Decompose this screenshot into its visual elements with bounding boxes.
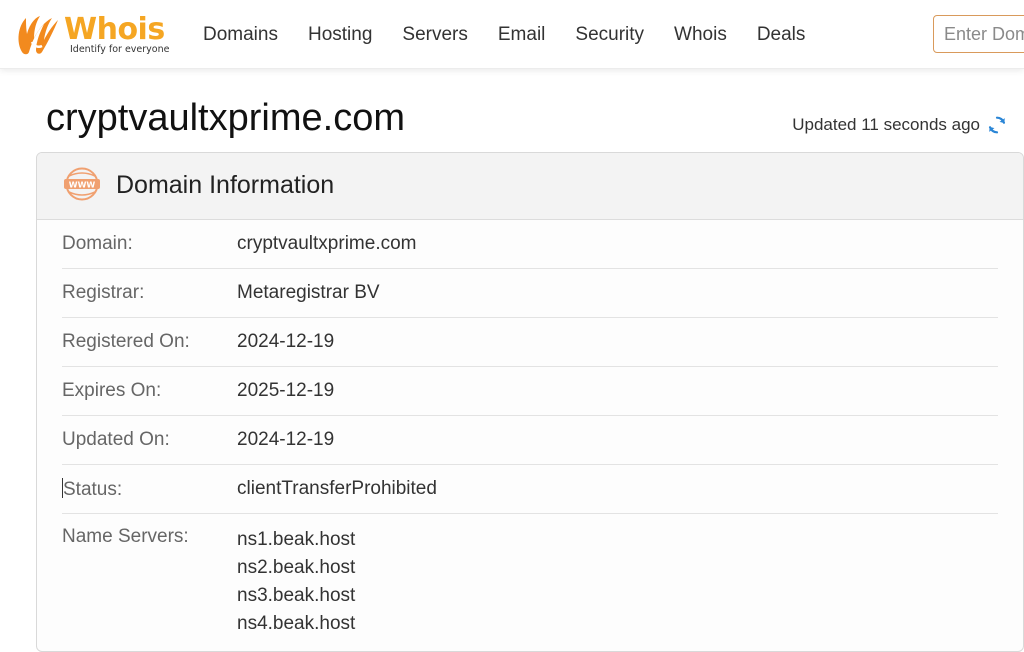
logo-tagline: Identify for everyone bbox=[70, 44, 170, 55]
nav-servers[interactable]: Servers bbox=[387, 0, 482, 69]
last-updated-text: Updated 11 seconds ago bbox=[792, 115, 980, 134]
panel-header: WWW Domain Information bbox=[37, 153, 1023, 220]
row-label: Name Servers: bbox=[62, 526, 189, 547]
row-value: Metaregistrar BV bbox=[237, 282, 380, 303]
row-value: clientTransferProhibited bbox=[237, 478, 437, 499]
row-value: 2025-12-19 bbox=[237, 380, 335, 401]
name-server-item: ns4.beak.host bbox=[237, 613, 356, 634]
name-server-list: ns1.beak.host ns2.beak.host ns3.beak.hos… bbox=[237, 526, 355, 638]
panel-title: Domain Information bbox=[116, 171, 335, 199]
row-label-status: Status: bbox=[62, 477, 237, 501]
row-label: Registered On: bbox=[62, 331, 190, 352]
name-server-item: ns3.beak.host bbox=[237, 585, 356, 606]
row-label: Status: bbox=[63, 478, 123, 500]
nav-email[interactable]: Email bbox=[483, 0, 561, 69]
row-label: Expires On: bbox=[62, 380, 162, 401]
site-logo[interactable]: Whois Identify for everyone bbox=[14, 12, 174, 58]
last-updated: Updated 11 seconds ago bbox=[792, 113, 1008, 137]
main-nav: Domains Hosting Servers Email Security W… bbox=[188, 0, 820, 69]
row-label: Updated On: bbox=[62, 429, 170, 450]
nav-deals[interactable]: Deals bbox=[742, 0, 821, 69]
info-row-expires-on: Expires On: 2025-12-19 bbox=[62, 367, 998, 416]
domain-search-input[interactable] bbox=[933, 15, 1024, 53]
row-label: Domain: bbox=[62, 233, 133, 254]
info-row-status: Status: clientTransferProhibited bbox=[62, 465, 998, 514]
row-label: Registrar: bbox=[62, 282, 145, 303]
svg-text:WWW: WWW bbox=[69, 180, 96, 189]
www-icon: WWW bbox=[64, 167, 100, 201]
whois-logo-icon bbox=[18, 16, 58, 55]
name-server-item: ns2.beak.host bbox=[237, 557, 356, 578]
nav-security[interactable]: Security bbox=[560, 0, 659, 69]
domain-information-panel: WWW Domain Information Domain: cryptvaul… bbox=[36, 152, 1024, 652]
site-header: Whois Identify for everyone Domains Host… bbox=[0, 0, 1024, 69]
info-row-domain: Domain: cryptvaultxprime.com bbox=[62, 220, 998, 269]
domain-info-rows: Domain: cryptvaultxprime.com Registrar: … bbox=[37, 220, 1023, 638]
nav-domains[interactable]: Domains bbox=[188, 0, 293, 69]
info-row-name-servers: Name Servers: ns1.beak.host ns2.beak.hos… bbox=[62, 514, 998, 638]
info-row-registrar: Registrar: Metaregistrar BV bbox=[62, 269, 998, 318]
nav-hosting[interactable]: Hosting bbox=[293, 0, 387, 69]
info-row-updated-on: Updated On: 2024-12-19 bbox=[62, 416, 998, 465]
row-value: cryptvaultxprime.com bbox=[237, 233, 417, 254]
row-value: 2024-12-19 bbox=[237, 429, 335, 450]
page-title: cryptvaultxprime.com bbox=[46, 97, 405, 139]
nav-whois[interactable]: Whois bbox=[659, 0, 742, 69]
row-value: 2024-12-19 bbox=[237, 331, 335, 352]
info-row-registered-on: Registered On: 2024-12-19 bbox=[62, 318, 998, 367]
logo-wordmark: Whois bbox=[64, 12, 165, 47]
name-server-item: ns1.beak.host bbox=[237, 529, 356, 550]
refresh-icon[interactable] bbox=[986, 114, 1008, 136]
